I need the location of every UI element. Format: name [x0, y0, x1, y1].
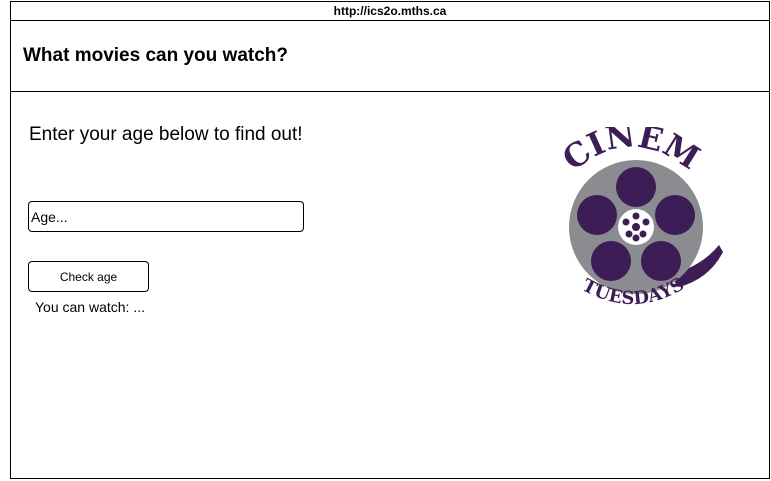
- result-text: You can watch: ...: [35, 299, 145, 315]
- page-header: What movies can you watch?: [11, 21, 769, 92]
- age-prompt: Enter your age below to find out!: [29, 124, 303, 145]
- url-bar: http://ics2o.mths.ca: [11, 2, 769, 21]
- check-age-button[interactable]: Check age: [28, 261, 149, 292]
- browser-frame: http://ics2o.mths.ca What movies can you…: [10, 1, 770, 479]
- cinema-tuesdays-logo: CINEMA TUESDAYS: [551, 127, 723, 309]
- url-text: http://ics2o.mths.ca: [333, 4, 447, 18]
- age-input[interactable]: [28, 201, 304, 232]
- page-title: What movies can you watch?: [23, 45, 288, 66]
